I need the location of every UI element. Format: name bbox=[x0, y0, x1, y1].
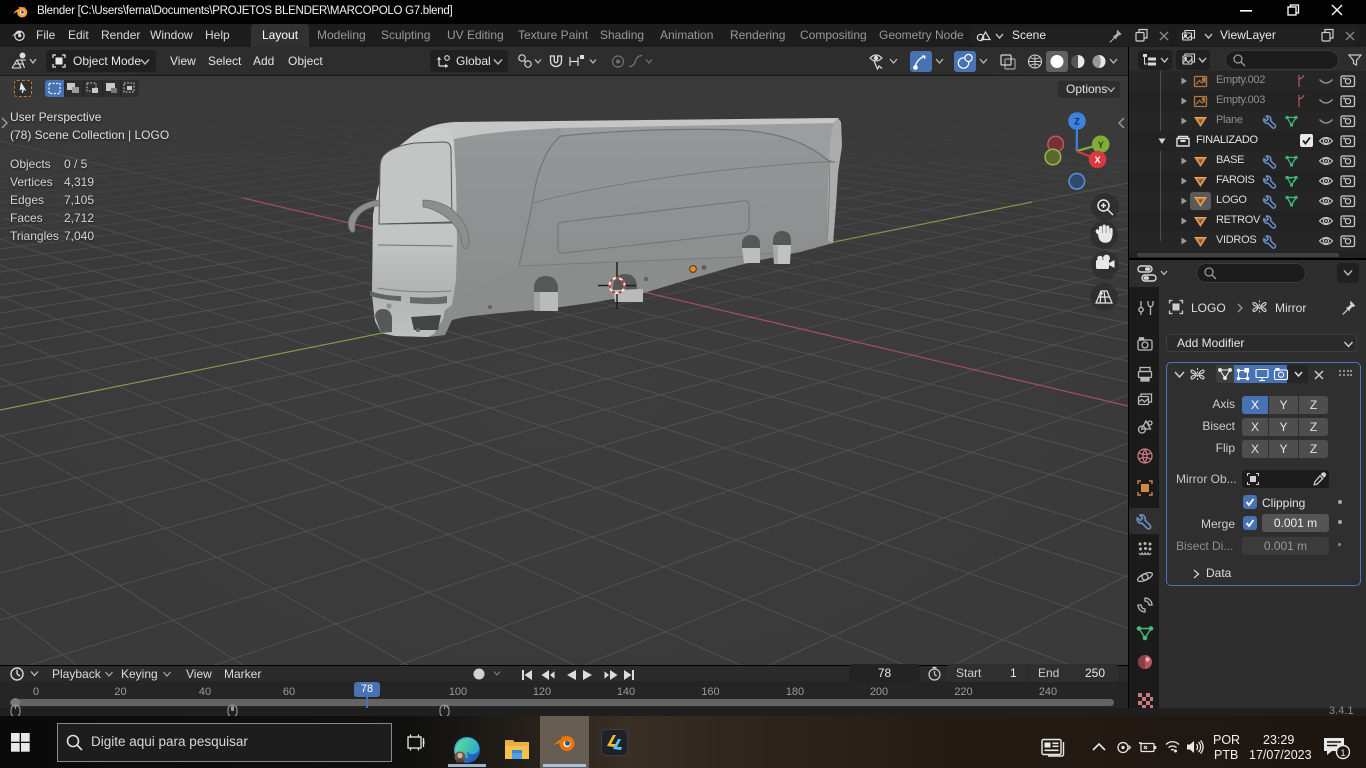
svg-text:Y: Y bbox=[1098, 140, 1104, 150]
svg-text:1: 1 bbox=[1340, 748, 1345, 759]
svg-text:X: X bbox=[1094, 155, 1100, 165]
svg-text:Z: Z bbox=[1074, 117, 1080, 127]
